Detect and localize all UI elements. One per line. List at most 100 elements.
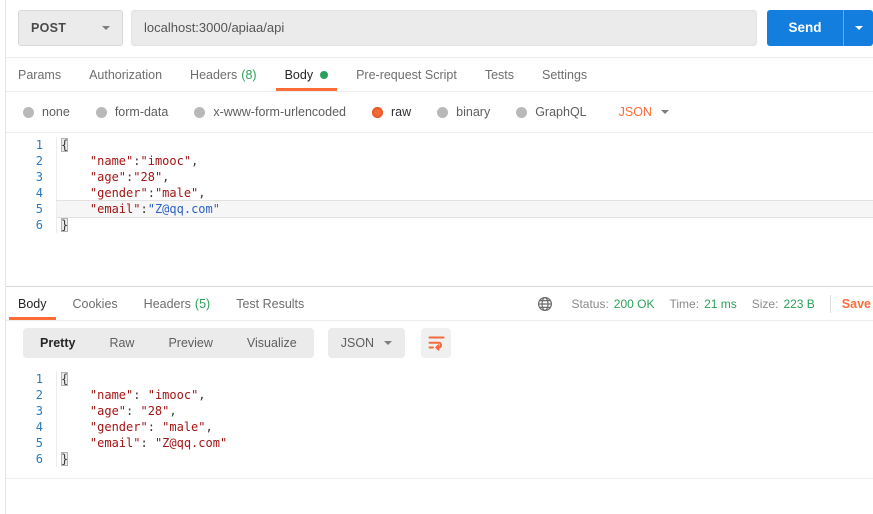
response-toolbar: Pretty Raw Preview Visualize JSON (6, 321, 873, 364)
radio-icon (23, 106, 34, 118)
send-button[interactable]: Send (767, 9, 873, 46)
request-body-editor[interactable]: 1{2 "name":"imooc", 3 "age":"28", 4 "gende… (6, 137, 873, 233)
tab-headers[interactable]: Headers (8) (190, 58, 257, 91)
response-section: Body Cookies Headers (5) Test Results St… (6, 286, 873, 479)
body-type-raw[interactable]: raw (372, 105, 411, 119)
view-tab-preview[interactable]: Preview (151, 328, 229, 358)
pane-left-border (5, 0, 6, 514)
raw-language-select[interactable]: JSON (619, 105, 669, 119)
headers-count-badge: (8) (241, 67, 257, 82)
body-type-form-data[interactable]: form-data (95, 105, 168, 119)
response-tab-cookies[interactable]: Cookies (73, 287, 118, 320)
body-type-none[interactable]: none (23, 105, 70, 119)
code-line: 6} (6, 217, 873, 233)
http-method-select[interactable]: POST (18, 9, 123, 46)
request-tabs: Params Authorization Headers (8) Body Pr… (6, 58, 873, 92)
response-tab-headers[interactable]: Headers (5) (144, 287, 211, 320)
tab-body[interactable]: Body (275, 58, 337, 91)
response-body-viewer[interactable]: 1{2 "name": "imooc", 3 "age": "28", 4 "gen… (6, 371, 873, 467)
size-badge: Size: 223 B (751, 296, 815, 311)
body-type-row: none form-data x-www-form-urlencoded raw… (6, 92, 873, 133)
url-bar: POST Send (6, 0, 873, 58)
code-text: "name":"imooc", (56, 153, 873, 169)
code-line: 3 "age":"28", (6, 169, 873, 185)
tab-authorization[interactable]: Authorization (89, 58, 162, 91)
raw-language-value: JSON (618, 105, 652, 119)
response-tab-test-results[interactable]: Test Results (236, 287, 304, 320)
code-text: "gender": "male", (56, 419, 873, 435)
code-line: 5 "email":"Z@qq.com" (6, 201, 873, 217)
code-text: } (56, 217, 873, 233)
view-tab-pretty[interactable]: Pretty (23, 328, 92, 358)
line-number: 4 (35, 186, 43, 200)
code-line: 4 "gender":"male", (6, 185, 873, 201)
line-number: 1 (35, 372, 43, 386)
view-tab-visualize[interactable]: Visualize (230, 328, 314, 358)
body-type-graphql[interactable]: GraphQL (516, 105, 587, 119)
code-line: 5 "email": "Z@qq.com" (6, 435, 873, 451)
response-tab-body[interactable]: Body (9, 287, 55, 320)
body-type-binary[interactable]: binary (437, 105, 490, 119)
http-method-value: POST (31, 20, 67, 35)
response-language-select[interactable]: JSON (327, 327, 406, 358)
globe-icon[interactable] (537, 296, 553, 312)
code-text: "gender":"male", (56, 185, 873, 201)
code-text: "age": "28", (56, 403, 873, 419)
radio-icon (437, 106, 449, 118)
meta-divider (829, 294, 831, 313)
code-line: 1{ (6, 137, 873, 153)
line-number: 6 (35, 452, 43, 466)
code-line: 6} (6, 451, 873, 467)
wrap-text-button[interactable] (421, 327, 452, 358)
response-view-switch: Pretty Raw Preview Visualize (23, 327, 314, 358)
code-line: 3 "age": "28", (6, 403, 873, 419)
radio-icon (516, 106, 528, 118)
line-number: 4 (35, 420, 43, 434)
chevron-down-icon (660, 110, 669, 114)
view-tab-raw[interactable]: Raw (92, 328, 151, 358)
code-text: "age":"28", (56, 169, 873, 185)
tab-tests[interactable]: Tests (485, 58, 514, 91)
chevron-down-icon (384, 340, 393, 345)
tab-pre-request-script[interactable]: Pre-request Script (356, 58, 457, 91)
send-button-label[interactable]: Send (767, 10, 843, 46)
chevron-down-icon (102, 25, 110, 30)
line-number: 5 (35, 436, 43, 450)
line-number: 1 (35, 138, 43, 152)
request-url-input[interactable] (131, 9, 757, 46)
time-badge: Time: 21 ms (669, 296, 737, 311)
response-meta: Status: 200 OK Time: 21 ms Size: 223 B S… (537, 287, 873, 320)
line-number: 3 (35, 404, 43, 418)
code-line: 4 "gender": "male", (6, 419, 873, 435)
code-text: { (56, 371, 873, 387)
chevron-down-icon (854, 25, 863, 30)
unsaved-changes-dot-icon (320, 70, 329, 79)
code-text: { (56, 137, 873, 153)
line-number: 2 (35, 154, 43, 168)
send-options-button[interactable] (843, 9, 873, 46)
line-number: 3 (35, 170, 43, 184)
code-text: "name": "imooc", (56, 387, 873, 403)
postman-request-view: POST Send Params Authorization Headers (… (0, 0, 873, 514)
status-badge: Status: 200 OK (571, 296, 655, 311)
code-text: "email":"Z@qq.com" (56, 201, 873, 217)
line-number: 2 (35, 388, 43, 402)
body-type-x-www-form-urlencoded[interactable]: x-www-form-urlencoded (194, 105, 346, 119)
code-line: 2 "name": "imooc", (6, 387, 873, 403)
radio-selected-icon (372, 106, 383, 118)
line-number: 6 (35, 218, 43, 232)
tab-params[interactable]: Params (18, 58, 61, 91)
save-response-button[interactable]: Save (842, 297, 871, 311)
radio-icon (194, 106, 206, 118)
line-number: 5 (35, 202, 43, 216)
tab-settings[interactable]: Settings (542, 58, 587, 91)
wrap-text-icon (428, 336, 445, 351)
response-headers-count-badge: (5) (194, 296, 211, 311)
radio-icon (95, 106, 107, 118)
code-line: 2 "name":"imooc", (6, 153, 873, 169)
code-text: } (56, 451, 873, 467)
code-line: 1{ (6, 371, 873, 387)
code-text: "email": "Z@qq.com" (56, 435, 873, 451)
response-language-value: JSON (340, 335, 375, 350)
